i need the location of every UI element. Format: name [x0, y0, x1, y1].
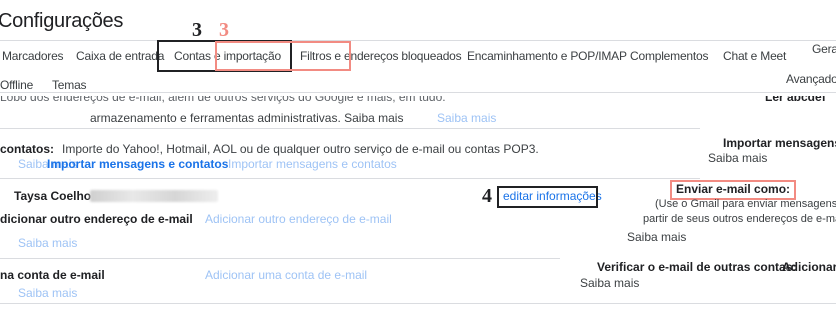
check-mail-right-saiba[interactable]: Saiba mais — [580, 276, 639, 290]
annotation-number-3: 3 — [192, 19, 202, 41]
add-account-right-link[interactable]: Adicionar u — [782, 260, 836, 274]
highlight-box-accounts-tab-red — [215, 41, 351, 71]
storage-description: armazenamento e ferramentas administrati… — [90, 111, 404, 125]
send-as-saiba-faded[interactable]: Saiba mais — [18, 236, 77, 250]
bottom-divider — [0, 303, 836, 304]
import-description: Importe do Yahoo!, Hotmail, AOL ou de qu… — [62, 142, 539, 156]
check-mail-label: na conta de e-mail — [0, 268, 105, 282]
annotation-number-4: 4 — [482, 185, 492, 207]
highlight-box-send-as — [670, 180, 796, 200]
section-divider-1 — [0, 128, 700, 129]
tab-general[interactable]: Geral — [812, 42, 836, 56]
tab-addons[interactable]: Complementos — [630, 49, 709, 63]
saiba-mais-faded-link[interactable]: Saiba mais — [437, 111, 496, 125]
annotation-number-3-red: 3 — [219, 19, 229, 41]
tab-chat-meet[interactable]: Chat e Meet — [723, 49, 786, 63]
tabs-divider — [0, 92, 836, 93]
send-as-desc-2: partir de seus outros endereços de e-mai… — [643, 213, 836, 225]
send-as-desc-1: (Use o Gmail para enviar mensagens a — [655, 198, 836, 210]
cropped-right-label: Ler abcdef — [765, 96, 826, 104]
account-name: Taysa Coelho — [14, 189, 92, 203]
tab-labels[interactable]: Marcadores — [2, 49, 64, 63]
check-mail-right-title: Verificar o e-mail de outras contas: — [597, 260, 797, 274]
redacted-email — [90, 190, 218, 202]
tab-inbox[interactable]: Caixa de entrada — [76, 49, 164, 63]
section-divider-2 — [0, 178, 700, 179]
highlight-box-edit-info — [497, 186, 598, 208]
cropped-text-line: Lóbo dos endereços de e-mail, além de ou… — [0, 96, 446, 104]
add-address-label: dicionar outro endereço de e-mail — [0, 212, 193, 226]
check-mail-saiba-faded[interactable]: Saiba mais — [18, 286, 77, 300]
section-divider-3 — [0, 258, 560, 259]
import-label: contatos: — [0, 142, 54, 156]
tab-offline[interactable]: Offline — [0, 78, 33, 92]
tab-advanced[interactable]: Avançado — [786, 72, 836, 86]
import-messages-faded-link[interactable]: Importar mensagens e contatos — [228, 157, 397, 171]
import-right-label: Importar mensagens e — [723, 136, 836, 150]
import-right-saiba[interactable]: Saiba mais — [708, 151, 767, 165]
import-messages-link[interactable]: Importar mensagens e contatos — [47, 157, 228, 171]
tab-forwarding-pop[interactable]: Encaminhamento e POP/IMAP — [467, 49, 627, 63]
add-address-faded-link[interactable]: Adicionar outro endereço de e-mail — [205, 212, 392, 226]
page-title: Configurações — [0, 10, 124, 32]
tab-themes[interactable]: Temas — [52, 78, 87, 92]
send-as-right-saiba[interactable]: Saiba mais — [627, 230, 686, 244]
header-divider — [0, 40, 836, 41]
add-account-faded-link[interactable]: Adicionar uma conta de e-mail — [205, 268, 367, 282]
